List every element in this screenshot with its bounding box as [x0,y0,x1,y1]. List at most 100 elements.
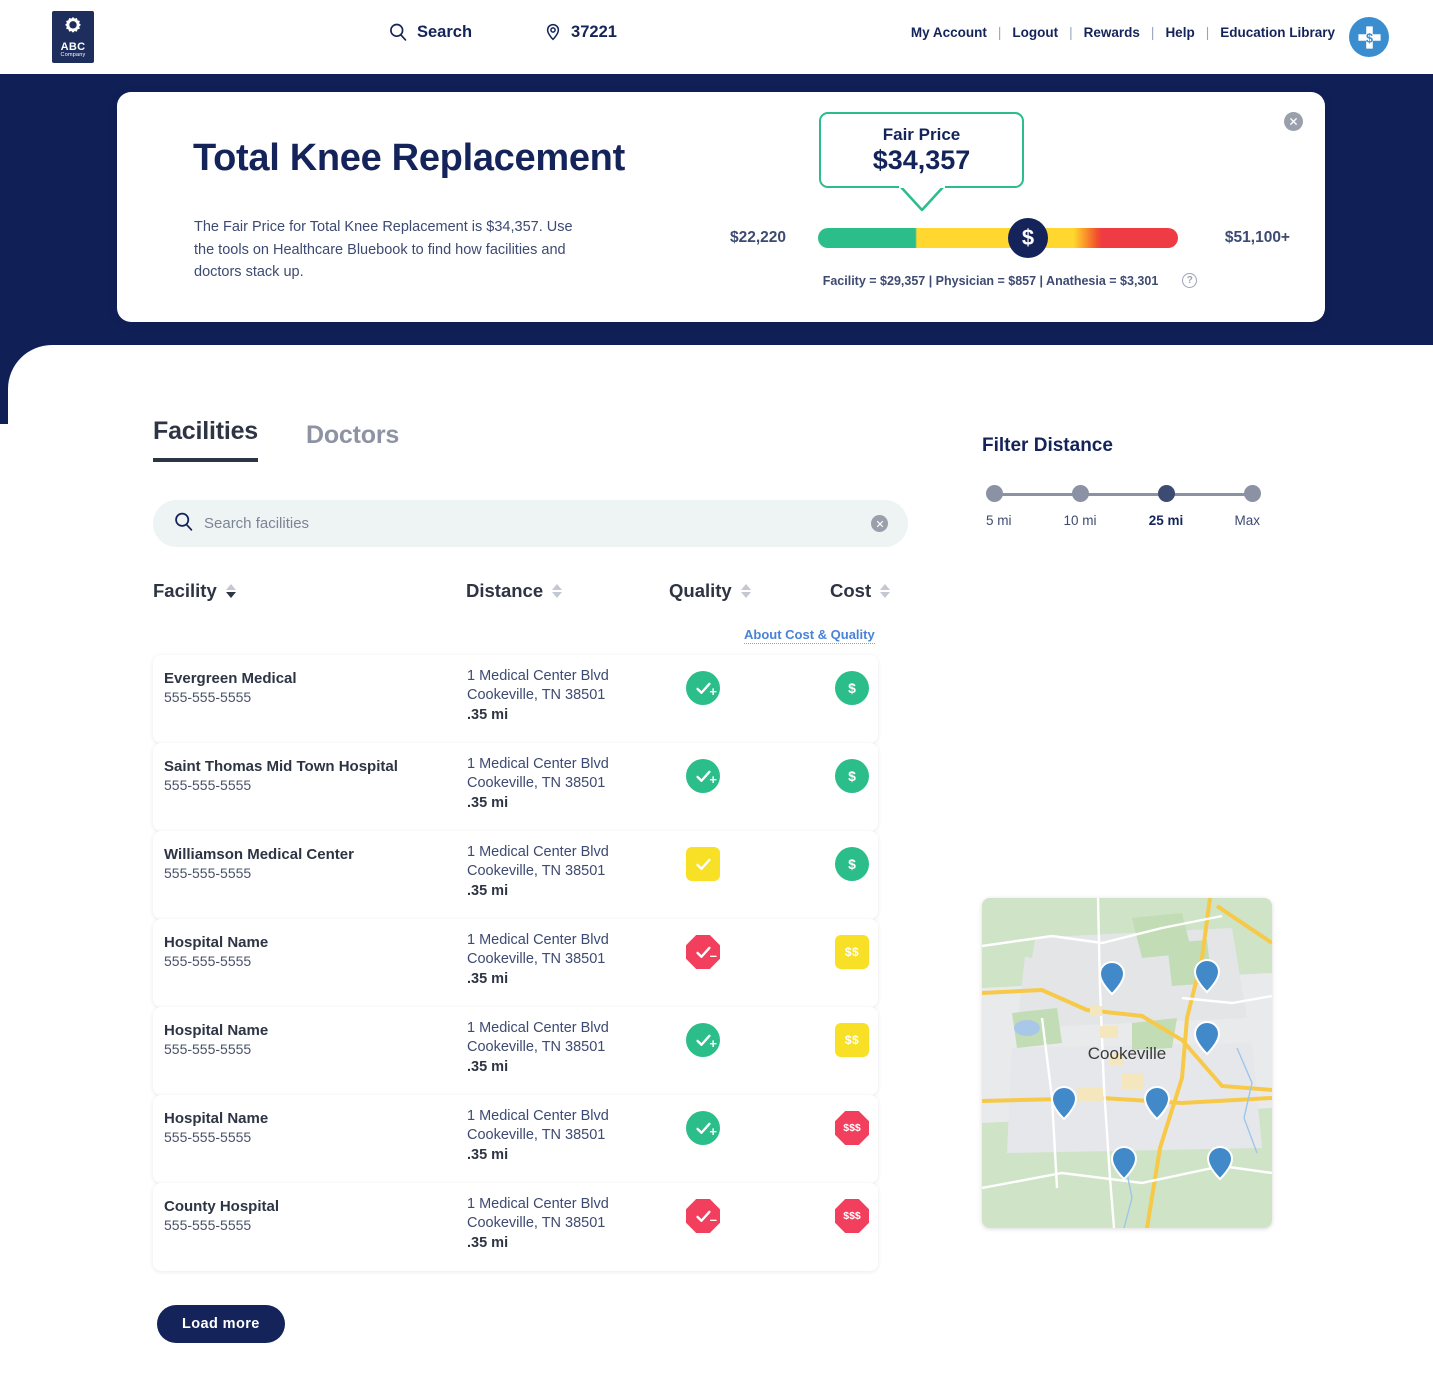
cost-green-icon: $ [835,759,869,793]
sort-toggle-distance[interactable] [552,584,563,598]
facility-name: Williamson Medical Center [164,846,354,863]
facility-distance: .35 mi [467,883,509,899]
quality-badge-cell[interactable]: + [686,1111,720,1145]
nav-link-my-account[interactable]: My Account [911,25,987,40]
gear-icon [65,16,81,33]
tab-doctors[interactable]: Doctors [306,421,399,462]
quality-badge-cell[interactable]: – [686,935,720,969]
facility-phone: 555-555-5555 [164,1041,252,1057]
facility-address: 1 Medical Center Blvd Cookeville, TN 3850… [467,1020,609,1055]
quality-badge-cell[interactable]: + [686,671,720,705]
bluebook-brand-button[interactable]: $ [1349,17,1389,57]
price-range-bar: $22,220 $ $51,100+ [730,218,1290,258]
cost-badge-cell[interactable]: $$ [835,1023,869,1057]
nav-links-group: My Account | Logout | Rewards | Help | E… [911,25,1335,40]
table-row[interactable]: Hospital Name 555-555-5555 1 Medical Cente… [153,1007,878,1095]
cost-green-icon: $ [835,847,869,881]
zip-location-button[interactable]: 37221 [544,22,617,42]
facility-address: 1 Medical Center Blvd Cookeville, TN 3850… [467,668,609,703]
close-hero-button[interactable] [1284,112,1303,131]
sort-ascending-icon [740,584,751,590]
about-cost-quality-link[interactable]: About Cost & Quality [744,627,875,644]
distance-label-max[interactable]: Max [1234,513,1260,528]
table-row[interactable]: Hospital Name 555-555-5555 1 Medical Cente… [153,1095,878,1183]
tab-facilities[interactable]: Facilities [153,417,258,462]
distance-label-25-mi[interactable]: 25 mi [1149,513,1184,528]
clear-search-button[interactable] [871,515,888,532]
price-bar-track[interactable]: $ [818,218,1178,258]
column-header-cost[interactable]: Cost [830,580,891,602]
distance-label-5-mi[interactable]: 5 mi [986,513,1012,528]
company-logo[interactable]: ABC Company [52,11,94,63]
facility-phone: 555-555-5555 [164,865,252,881]
quality-badge-cell[interactable]: – [686,1199,720,1233]
nav-link-help[interactable]: Help [1165,25,1194,40]
cost-badge-label: $$$ [843,1122,861,1134]
sort-toggle-quality[interactable] [740,584,751,598]
column-header-quality[interactable]: Quality [669,580,751,602]
distance-filter-slider[interactable]: 5 mi 10 mi 25 mi Max [986,485,1261,535]
content-panel: Facilities Doctors Facility [8,345,1433,1375]
facility-name: Evergreen Medical [164,670,297,687]
location-pin-icon [546,23,560,41]
cost-badge-cell[interactable]: $$ [835,935,869,969]
facility-distance: .35 mi [467,971,509,987]
logo-subtitle: Company [60,52,86,58]
results-map[interactable]: Cookeville [982,898,1272,1228]
quality-green-icon: + [686,1023,720,1057]
sort-toggle-facility[interactable] [225,584,236,598]
fair-price-callout: Fair Price $34,357 [819,112,1024,188]
sort-descending-icon [552,592,563,598]
facility-phone: 555-555-5555 [164,689,252,705]
price-bar-min-label: $22,220 [730,229,787,246]
facility-name: Hospital Name [164,934,269,951]
cost-badge-cell[interactable]: $ [835,759,869,793]
distance-node-10-mi[interactable] [1072,485,1089,502]
nav-separator: | [1150,25,1155,40]
column-header-facility[interactable]: Facility [153,580,236,602]
sort-ascending-icon [880,584,891,590]
load-more-button[interactable]: Load more [157,1305,285,1343]
column-header-distance[interactable]: Distance [466,580,563,602]
distance-label-10-mi[interactable]: 10 mi [1063,513,1096,528]
cost-badge-cell[interactable]: $ [835,671,869,705]
quality-red-icon: – [686,935,720,969]
facility-phone: 555-555-5555 [164,777,252,793]
callout-tail [899,184,945,212]
table-row[interactable]: Evergreen Medical 555-555-5555 1 Medical C… [153,655,878,743]
search-nav-button[interactable]: Search [388,22,472,42]
facility-distance: .35 mi [467,795,509,811]
search-icon [390,23,407,41]
nav-link-rewards[interactable]: Rewards [1084,25,1140,40]
nav-link-education-library[interactable]: Education Library [1220,25,1335,40]
hero-description: The Fair Price for Total Knee Replacemen… [194,219,573,280]
facility-distance: .35 mi [467,1147,509,1163]
search-input[interactable] [204,515,871,532]
distance-node-5-mi[interactable] [986,485,1003,502]
cost-yellow-icon: $$ [835,935,869,969]
cost-badge-cell[interactable]: $$$ [835,1111,869,1145]
price-bar-knob[interactable]: $ [1008,218,1048,258]
filter-distance-title: Filter Distance [982,435,1113,456]
cost-badge-cell[interactable]: $$$ [835,1199,869,1233]
plus-sign: + [709,1036,717,1051]
minus-sign: – [709,1212,717,1227]
quality-badge-cell[interactable] [686,847,720,881]
column-label-cost: Cost [830,580,872,601]
distance-node-max[interactable] [1244,485,1261,502]
quality-badge-cell[interactable]: + [686,759,720,793]
quality-badge-cell[interactable]: + [686,1023,720,1057]
sort-toggle-cost[interactable] [880,584,891,598]
table-row[interactable]: Hospital Name 555-555-5555 1 Medical Cente… [153,919,878,1007]
cost-red-icon: $$$ [835,1199,869,1233]
distance-node-25-mi[interactable] [1158,485,1175,502]
slider-track [994,493,1252,496]
table-row[interactable]: Williamson Medical Center 555-555-5555 1 M… [153,831,878,919]
table-row[interactable]: County Hospital 555-555-5555 1 Medical Cen… [153,1183,878,1271]
help-icon[interactable]: ? [1182,273,1198,288]
nav-link-logout[interactable]: Logout [1012,25,1058,40]
cost-badge-cell[interactable]: $ [835,847,869,881]
svg-text:$: $ [1366,31,1373,45]
facility-name: Hospital Name [164,1022,269,1039]
table-row[interactable]: Saint Thomas Mid Town Hospital 555-555-55… [153,743,878,831]
